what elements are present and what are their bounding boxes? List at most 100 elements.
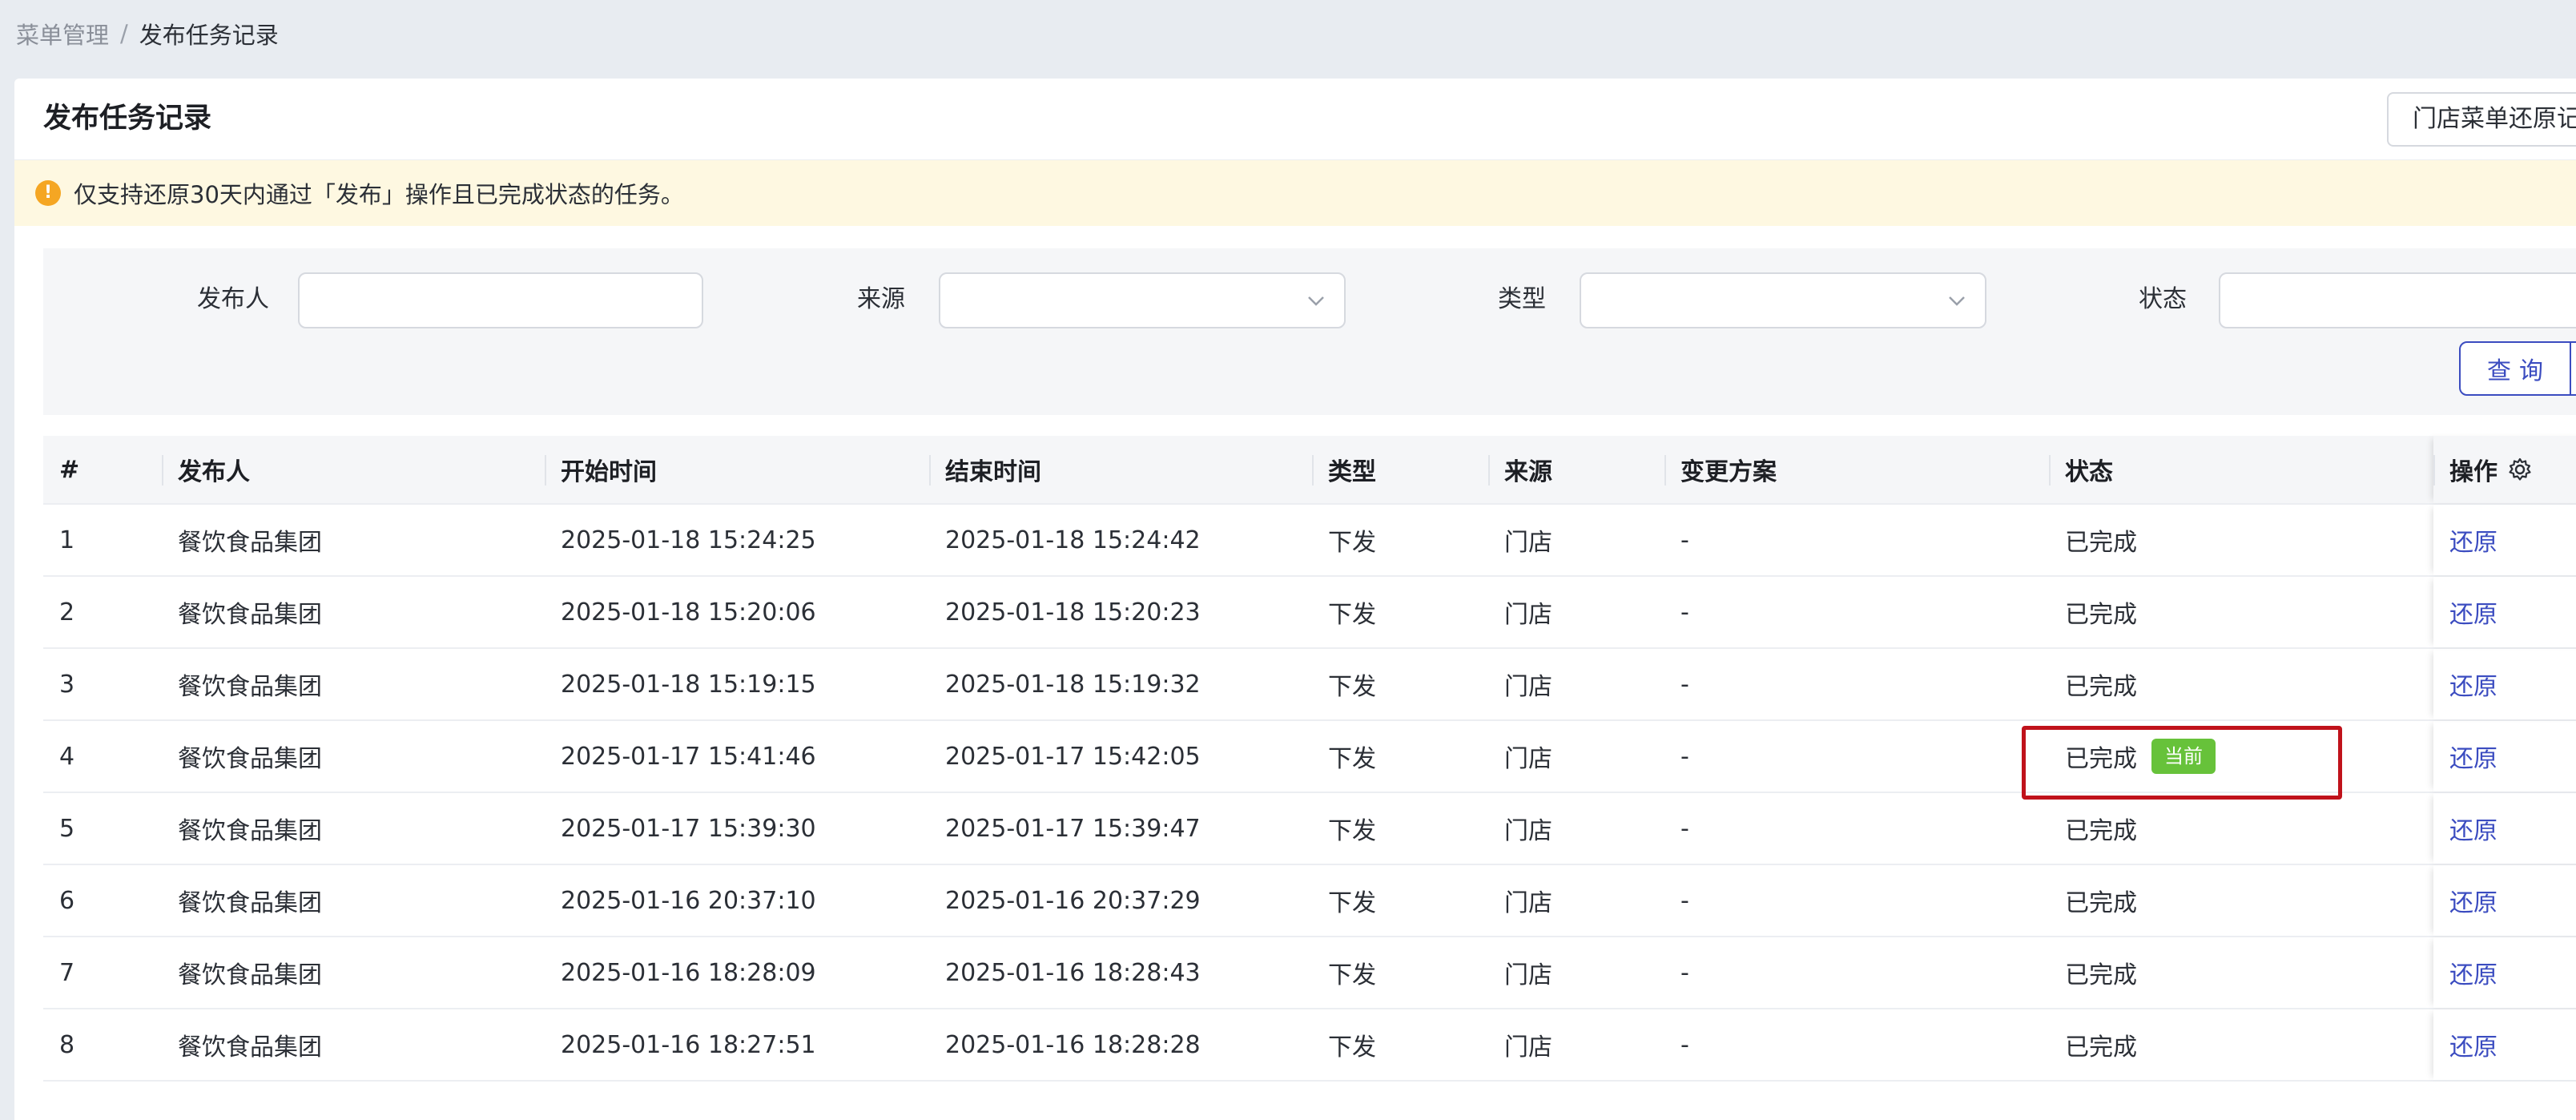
row-status: 已完成: [2065, 817, 2137, 845]
row-publisher: 餐饮食品集团: [178, 1033, 322, 1062]
row-type: 下发: [1328, 961, 1376, 989]
row-status-cell: 已完成 当前: [2049, 721, 2433, 792]
row-source: 门店: [1504, 1033, 1552, 1062]
row-index: 7: [59, 958, 75, 987]
restore-link[interactable]: 还原: [2449, 594, 2498, 630]
type-label: 类型: [1498, 285, 1546, 313]
row-end-time: 2025-01-16 20:37:29: [945, 886, 1201, 915]
row-actions: 还原: [2433, 865, 2576, 936]
row-publisher: 餐饮食品集团: [178, 745, 322, 773]
card-header: 发布任务记录 门店菜单还原记: [14, 79, 2576, 160]
column-header-actions-label: 操作: [2449, 458, 2498, 486]
row-index: 8: [59, 1030, 75, 1059]
row-start-time: 2025-01-16 20:37:10: [561, 886, 816, 915]
status-select[interactable]: [2219, 272, 2576, 328]
restore-link[interactable]: 还原: [2449, 883, 2498, 918]
row-status: 已完成: [2065, 529, 2137, 557]
row-start-time: 2025-01-16 18:28:09: [561, 958, 816, 987]
row-end-time: 2025-01-17 15:39:47: [945, 814, 1201, 843]
row-actions: 还原: [2433, 937, 2576, 1008]
row-type: 下发: [1328, 673, 1376, 701]
row-end-time: 2025-01-17 15:42:05: [945, 742, 1201, 771]
content-card: 发布任务记录 门店菜单还原记 ! 仅支持还原30天内通过「发布」操作且已完成状态…: [14, 79, 2576, 1120]
column-header-start-time: 开始时间: [545, 436, 929, 503]
row-type: 下发: [1328, 889, 1376, 917]
row-status: 已完成: [2065, 889, 2137, 917]
row-end-time: 2025-01-16 18:28:28: [945, 1030, 1201, 1059]
query-button-label: 查询: [2487, 357, 2551, 385]
column-header-type: 类型: [1312, 436, 1488, 503]
query-button-divider: [2570, 343, 2571, 394]
column-header-source: 来源: [1488, 436, 1664, 503]
row-source: 门店: [1504, 601, 1552, 629]
row-actions: 还原: [2433, 649, 2576, 719]
row-publisher: 餐饮食品集团: [178, 673, 322, 701]
table-row: 7 餐饮食品集团 2025-01-16 18:28:09 2025-01-16 …: [43, 937, 2576, 1009]
row-type: 下发: [1328, 601, 1376, 629]
row-publisher: 餐饮食品集团: [178, 817, 322, 845]
restore-link[interactable]: 还原: [2449, 955, 2498, 990]
table-row: 5 餐饮食品集团 2025-01-17 15:39:30 2025-01-17 …: [43, 793, 2576, 865]
column-header-change-plan: 变更方案: [1664, 436, 2049, 503]
publisher-input[interactable]: [298, 272, 703, 328]
chevron-down-icon: [1949, 296, 1965, 306]
task-table: # 发布人 开始时间 结束时间 类型 来源 变更方案 状态 操作 1 餐饮食品集…: [43, 436, 2576, 1082]
table-header: # 发布人 开始时间 结束时间 类型 来源 变更方案 状态 操作: [43, 436, 2576, 505]
row-index: 4: [59, 742, 75, 771]
restore-link[interactable]: 还原: [2449, 811, 2498, 846]
breadcrumb: 菜单管理 / 发布任务记录: [16, 14, 279, 53]
table-row: 2 餐饮食品集团 2025-01-18 15:20:06 2025-01-18 …: [43, 577, 2576, 649]
row-change-plan: -: [1680, 1030, 1689, 1059]
row-actions: 还原: [2433, 1009, 2576, 1080]
restore-link[interactable]: 还原: [2449, 667, 2498, 702]
restore-link[interactable]: 还原: [2449, 1027, 2498, 1062]
row-change-plan: -: [1680, 958, 1689, 987]
status-label: 状态: [2139, 285, 2187, 313]
breadcrumb-separator: /: [120, 20, 128, 47]
row-actions: 还原: [2433, 505, 2576, 575]
row-change-plan: -: [1680, 814, 1689, 843]
table-row: 8 餐饮食品集团 2025-01-16 18:27:51 2025-01-16 …: [43, 1009, 2576, 1082]
breadcrumb-current: 发布任务记录: [139, 22, 279, 49]
notice-banner: ! 仅支持还原30天内通过「发布」操作且已完成状态的任务。: [14, 160, 2576, 226]
table-row-current: 4 餐饮食品集团 2025-01-17 15:41:46 2025-01-17 …: [43, 721, 2576, 793]
current-badge: 当前: [2151, 739, 2216, 774]
breadcrumb-parent[interactable]: 菜单管理: [16, 17, 109, 50]
row-status: 已完成: [2065, 673, 2137, 701]
row-index: 5: [59, 814, 75, 843]
row-end-time: 2025-01-16 18:28:43: [945, 958, 1201, 987]
source-label: 来源: [857, 285, 905, 313]
row-status: 已完成: [2065, 601, 2137, 629]
row-type: 下发: [1328, 817, 1376, 845]
row-start-time: 2025-01-16 18:27:51: [561, 1030, 816, 1059]
notice-text: 仅支持还原30天内通过「发布」操作且已完成状态的任务。: [74, 181, 684, 208]
source-select[interactable]: [939, 272, 1346, 328]
column-header-status: 状态: [2049, 436, 2433, 503]
row-change-plan: -: [1680, 598, 1689, 626]
row-index: 2: [59, 598, 75, 626]
column-header-publisher: 发布人: [162, 436, 545, 503]
restore-link[interactable]: 还原: [2449, 739, 2498, 774]
gear-icon[interactable]: [2507, 457, 2533, 482]
warning-icon: !: [35, 180, 61, 206]
row-source: 门店: [1504, 961, 1552, 989]
row-source: 门店: [1504, 529, 1552, 557]
row-change-plan: -: [1680, 886, 1689, 915]
row-end-time: 2025-01-18 15:20:23: [945, 598, 1201, 626]
column-header-index: #: [59, 455, 80, 484]
row-publisher: 餐饮食品集团: [178, 961, 322, 989]
type-select[interactable]: [1580, 272, 1986, 328]
table-row: 3 餐饮食品集团 2025-01-18 15:19:15 2025-01-18 …: [43, 649, 2576, 721]
query-button[interactable]: 查询: [2459, 341, 2576, 396]
row-actions: 还原: [2433, 577, 2576, 647]
chevron-down-icon: [1308, 296, 1324, 306]
table-row: 6 餐饮食品集团 2025-01-16 20:37:10 2025-01-16 …: [43, 865, 2576, 937]
row-index: 1: [59, 526, 75, 554]
row-status: 已完成: [2065, 1033, 2137, 1062]
store-menu-restore-record-button[interactable]: 门店菜单还原记: [2387, 92, 2576, 147]
row-status: 已完成: [2065, 961, 2137, 989]
filter-panel: 发布人 来源 类型 状态 查询: [43, 248, 2576, 415]
row-change-plan: -: [1680, 742, 1689, 771]
row-publisher: 餐饮食品集团: [178, 529, 322, 557]
restore-link[interactable]: 还原: [2449, 522, 2498, 558]
